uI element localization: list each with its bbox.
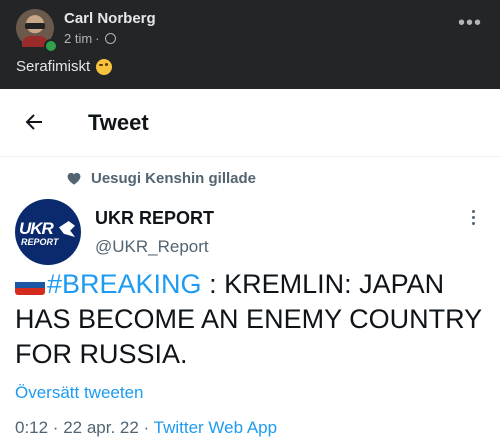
facebook-post-body: Serafimiskt <box>16 58 91 75</box>
online-status-indicator <box>44 39 58 53</box>
tweet-author-avatar[interactable]: UKR REPORT <box>15 199 81 265</box>
avatar-glasses <box>25 23 45 29</box>
tweet-source-app[interactable]: Twitter Web App <box>154 418 277 437</box>
more-horizontal-icon[interactable]: ••• <box>458 13 482 33</box>
avatar-logo-text: UKR <box>19 219 54 238</box>
liked-by-text: Uesugi Kenshin gillade <box>91 170 257 187</box>
back-arrow-icon[interactable] <box>22 110 46 134</box>
page-title: Tweet <box>88 110 149 135</box>
facebook-post-header: Carl Norberg 2 tim · ••• Serafimiskt <box>0 0 500 89</box>
winking-face-icon <box>96 58 113 75</box>
tweet-header: Tweet <box>0 96 500 157</box>
heart-icon <box>67 172 81 185</box>
tweet-author-handle[interactable]: @UKR_Report <box>95 237 209 257</box>
russia-flag-icon <box>15 275 45 295</box>
more-vertical-icon[interactable] <box>472 210 476 228</box>
translate-tweet-link[interactable]: Översätt tweeten <box>15 383 144 403</box>
meta-separator: · <box>95 31 100 46</box>
facebook-author-name[interactable]: Carl Norberg <box>64 10 156 27</box>
tweet-body: #BREAKING : KREMLIN: JAPAN HAS BECOME AN… <box>15 267 490 372</box>
liked-by-context[interactable]: Uesugi Kenshin gillade <box>67 170 256 187</box>
avatar-logo-subtext: REPORT <box>21 237 59 247</box>
eagle-logo-icon <box>59 221 75 237</box>
hashtag-link[interactable]: #BREAKING <box>47 269 202 299</box>
facebook-post-meta: 2 tim · <box>64 31 116 46</box>
post-time[interactable]: 2 tim <box>64 31 92 46</box>
tweet-author-name[interactable]: UKR REPORT <box>95 208 214 229</box>
facebook-post-text: Serafimiskt <box>16 58 113 75</box>
tweet-timestamp[interactable]: 0:12 · 22 apr. 22 · <box>15 418 154 437</box>
globe-icon <box>104 33 116 44</box>
tweet-timestamp-line: 0:12 · 22 apr. 22 · Twitter Web App <box>15 418 277 438</box>
